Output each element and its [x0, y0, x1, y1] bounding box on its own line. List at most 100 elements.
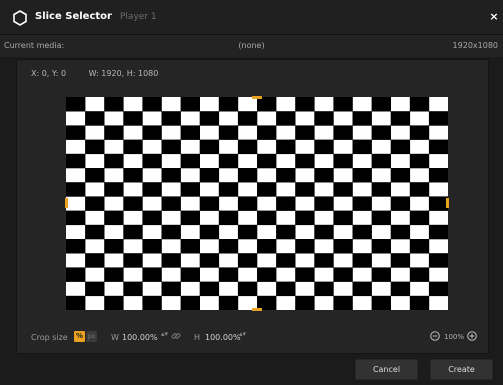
zoom-out-icon[interactable] — [430, 331, 440, 341]
checker-cell — [104, 153, 124, 169]
checker-cell — [180, 125, 200, 140]
checker-cell — [257, 182, 277, 197]
percent-unit-button[interactable]: % — [74, 331, 85, 342]
checker-cell — [333, 210, 353, 226]
checker-cell — [85, 224, 105, 240]
checker-cell — [218, 97, 239, 112]
checker-cell — [142, 97, 162, 112]
checker-cell — [333, 125, 353, 140]
checker-cell — [371, 153, 391, 169]
checker-cell — [295, 182, 315, 197]
checker-cell — [371, 267, 391, 282]
checker-cell — [180, 153, 200, 169]
checker-cell — [123, 196, 143, 211]
checker-cell — [161, 281, 181, 297]
crop-handle-left[interactable] — [65, 198, 68, 208]
checker-cell — [390, 139, 411, 155]
checker-cell — [66, 210, 86, 226]
checker-cell — [409, 97, 430, 112]
checker-cell — [142, 153, 162, 169]
checker-cell — [85, 196, 105, 211]
checker-cell — [199, 224, 220, 240]
media-resolution: 1920x1080 — [452, 41, 498, 50]
checker-cell — [409, 125, 430, 140]
checker-cell — [142, 125, 162, 140]
checker-cell — [142, 182, 162, 197]
checker-cell — [180, 295, 200, 310]
checker-cell — [390, 224, 411, 240]
checker-cell — [218, 210, 239, 226]
checker-cell — [218, 295, 239, 310]
checker-cell — [66, 153, 86, 169]
checker-cell — [161, 224, 181, 240]
height-label: H — [194, 333, 201, 342]
checker-cell — [371, 239, 391, 254]
checker-cell — [142, 295, 162, 310]
cancel-button[interactable]: Cancel — [355, 359, 418, 380]
window-subtitle: Player 1 — [120, 12, 157, 22]
checker-cell — [218, 153, 239, 169]
checker-cell — [276, 281, 296, 297]
width-input[interactable]: 100.00% — [122, 333, 158, 342]
dialog-footer: Cancel Create — [0, 356, 503, 385]
crop-handle-bottom[interactable] — [252, 308, 262, 311]
checker-cell — [276, 224, 296, 240]
checker-cell — [314, 139, 334, 155]
close-button[interactable]: × — [488, 10, 500, 24]
checker-cell — [257, 210, 277, 226]
checker-cell — [257, 239, 277, 254]
checker-cell — [123, 168, 143, 183]
checker-cell — [428, 281, 448, 297]
checker-cell — [276, 111, 296, 126]
checker-cell — [409, 153, 430, 169]
checker-cell — [352, 168, 372, 183]
checker-cell — [371, 210, 391, 226]
crop-handle-right[interactable] — [446, 198, 449, 208]
checker-cell — [409, 267, 430, 282]
checker-cell — [409, 210, 430, 226]
checker-cell — [218, 267, 239, 282]
checker-cell — [257, 267, 277, 282]
title-bar: Slice Selector Player 1 × — [0, 0, 503, 35]
checker-cell — [276, 139, 296, 155]
checker-cell — [199, 196, 220, 211]
checker-cell — [314, 111, 334, 126]
checker-cell — [199, 281, 220, 297]
slice-editor-panel: X: 0, Y: 0 W: 1920, H: 1080 Crop size % … — [16, 59, 489, 354]
height-stepper[interactable]: ▴▾ — [239, 331, 246, 338]
checker-cell — [257, 97, 277, 112]
checker-cell — [314, 224, 334, 240]
checker-cell — [218, 182, 239, 197]
width-stepper[interactable]: ▴▾ — [161, 331, 168, 338]
link-icon[interactable] — [171, 331, 181, 341]
checker-cell — [123, 111, 143, 126]
create-button[interactable]: Create — [430, 359, 493, 380]
checker-cell — [295, 295, 315, 310]
checker-cell — [104, 239, 124, 254]
pixel-unit-button[interactable]: px — [86, 331, 97, 342]
checker-cell — [333, 97, 353, 112]
checker-cell — [276, 253, 296, 268]
checker-cell — [237, 111, 258, 126]
checker-cell — [371, 182, 391, 197]
checker-cell — [295, 125, 315, 140]
checker-cell — [199, 168, 220, 183]
slice-position: X: 0, Y: 0 — [31, 69, 67, 78]
height-input[interactable]: 100.00% — [205, 333, 241, 342]
checker-cell — [180, 182, 200, 197]
zoom-in-icon[interactable] — [467, 331, 477, 341]
checker-cell — [314, 253, 334, 268]
checker-cell — [142, 210, 162, 226]
checker-cell — [257, 125, 277, 140]
hexagon-icon — [13, 10, 27, 26]
checker-cell — [428, 224, 448, 240]
checker-cell — [314, 196, 334, 211]
checker-cell — [180, 97, 200, 112]
checker-cell — [123, 139, 143, 155]
crop-size-label: Crop size — [31, 333, 68, 342]
checker-cell — [85, 168, 105, 183]
checker-cell — [295, 153, 315, 169]
slice-preview[interactable] — [65, 96, 449, 311]
crop-handle-top[interactable] — [252, 96, 262, 99]
checker-cell — [66, 295, 86, 310]
